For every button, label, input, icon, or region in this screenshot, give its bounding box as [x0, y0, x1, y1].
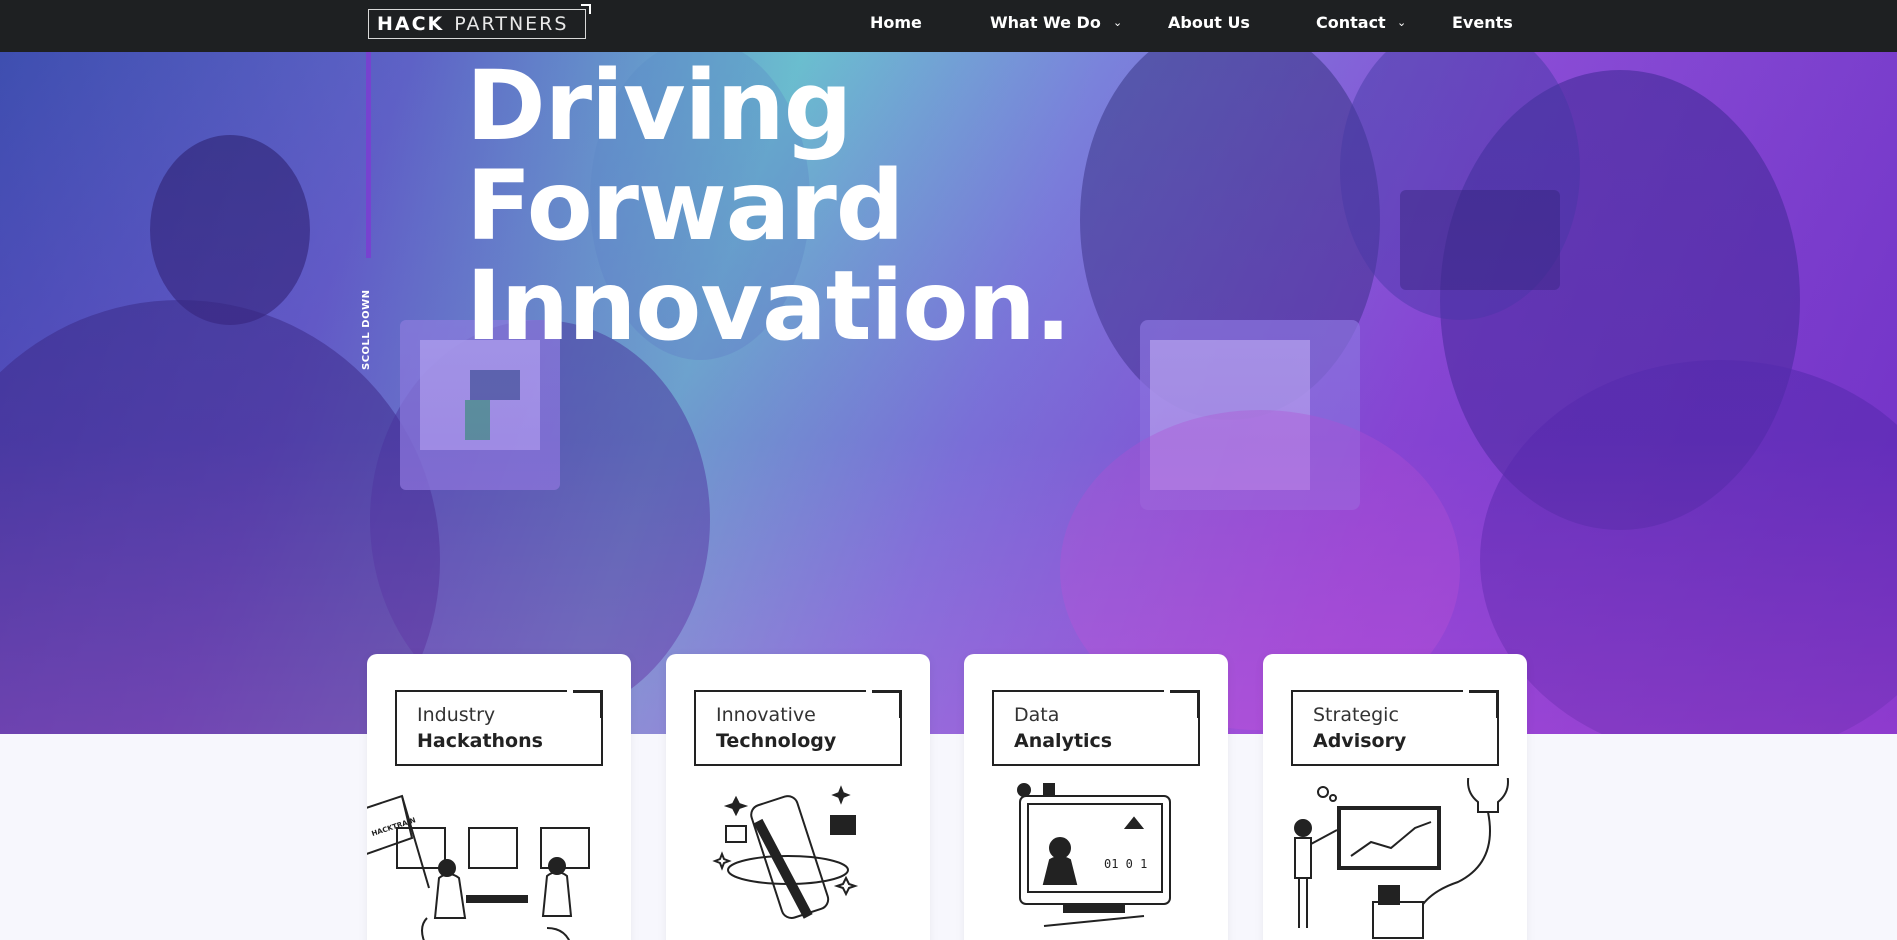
- logo[interactable]: HACK PARTNERS: [368, 4, 591, 39]
- service-card-hackathons[interactable]: Industry Hackathons HACKTRAIN: [367, 654, 631, 940]
- hero-headline: Driving Forward Innovation.: [466, 50, 1071, 362]
- card-title-line-1: Industry: [417, 704, 496, 726]
- headline-line-2: Forward: [466, 150, 905, 262]
- scroll-down-link[interactable]: SCOLL DOWN: [361, 290, 372, 370]
- card-label-box: Industry Hackathons: [395, 690, 603, 766]
- corner-bracket-icon: [1469, 690, 1499, 718]
- logo-bold-text: HACK: [377, 13, 445, 35]
- nav-item-contact[interactable]: Contact: [1316, 13, 1386, 32]
- card-title-line-1: Data: [1014, 704, 1060, 726]
- nav-item-events[interactable]: Events: [1452, 13, 1513, 32]
- hero-section: SCOLL DOWN Driving Forward Innovation.: [0, 0, 1897, 734]
- card-title-line-1: Strategic: [1313, 704, 1399, 726]
- card-label-box: Innovative Technology: [694, 690, 902, 766]
- smartphone-illustration: [712, 785, 859, 919]
- corner-bracket-icon: [872, 690, 902, 718]
- chevron-down-icon[interactable]: ⌄: [1397, 16, 1406, 29]
- card-label-box: Strategic Advisory: [1291, 690, 1499, 766]
- chevron-down-icon[interactable]: ⌄: [1113, 16, 1122, 29]
- service-card-analytics[interactable]: Data Analytics 01 0 1: [964, 654, 1228, 940]
- nav-item-home[interactable]: Home: [870, 13, 922, 32]
- corner-bracket-icon: [573, 690, 603, 718]
- corner-bracket-icon: [1170, 690, 1200, 718]
- card-title-line-1: Innovative: [716, 704, 816, 726]
- headline-line-3: Innovation.: [466, 250, 1071, 362]
- card-title-line-2: Analytics: [1014, 730, 1113, 752]
- card-title-line-2: Technology: [716, 730, 837, 752]
- top-navigation: HACK PARTNERS Home What We Do ⌄ About Us…: [0, 0, 1897, 52]
- service-card-advisory[interactable]: Strategic Advisory: [1263, 654, 1527, 940]
- logo-light-text: PARTNERS: [454, 13, 569, 35]
- scroll-indicator-line: [366, 52, 371, 258]
- hackathon-train-illustration: HACKTRAIN: [367, 794, 590, 940]
- service-card-technology[interactable]: Innovative Technology: [666, 654, 930, 940]
- nav-item-about-us[interactable]: About Us: [1168, 13, 1250, 32]
- card-title-line-2: Hackathons: [417, 730, 543, 752]
- headline-line-1: Driving: [466, 50, 852, 162]
- nav-item-what-we-do[interactable]: What We Do: [990, 13, 1101, 32]
- logo-corner-mark: [581, 4, 591, 14]
- svg-text:01 0 1: 01 0 1: [1104, 857, 1147, 871]
- card-label-box: Data Analytics: [992, 690, 1200, 766]
- advisory-presentation-illustration: [1294, 778, 1510, 939]
- data-monitor-illustration: 01 0 1: [1017, 783, 1171, 927]
- card-title-line-2: Advisory: [1313, 730, 1407, 752]
